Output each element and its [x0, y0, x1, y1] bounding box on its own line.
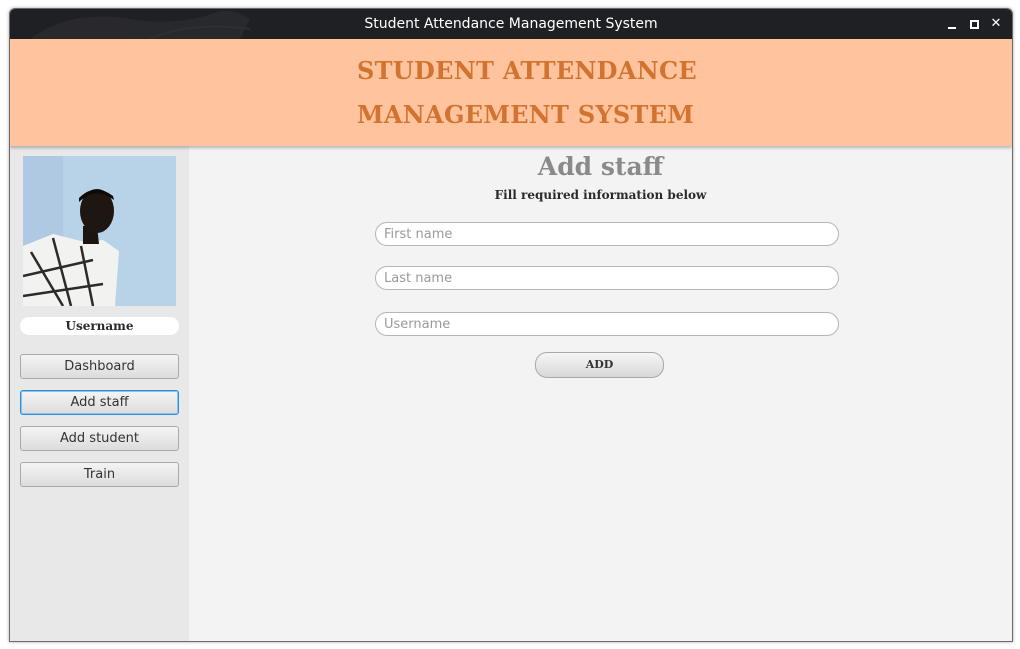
- first-name-field[interactable]: [375, 222, 839, 246]
- username-label: Username: [20, 317, 179, 335]
- close-icon: ✕: [990, 16, 1002, 31]
- main-content: Add staff Fill required information belo…: [189, 146, 1012, 641]
- add-button[interactable]: ADD: [535, 352, 664, 378]
- sidebar-item-train[interactable]: Train: [20, 462, 179, 487]
- header-title-line2: MANAGEMENT SYSTEM: [357, 100, 695, 129]
- minimize-button[interactable]: [941, 9, 963, 39]
- sidebar-item-add-staff[interactable]: Add staff: [20, 390, 179, 415]
- maximize-icon: [970, 20, 979, 29]
- profile-photo: [23, 156, 176, 306]
- sidebar-item-add-student[interactable]: Add student: [20, 426, 179, 451]
- last-name-field[interactable]: [375, 266, 839, 290]
- page-title: Add staff: [537, 152, 664, 181]
- window-title: Student Attendance Management System: [364, 16, 658, 32]
- header-title-line1: STUDENT ATTENDANCE: [357, 56, 697, 85]
- sidebar-item-dashboard[interactable]: Dashboard: [20, 354, 179, 379]
- username-field[interactable]: [375, 312, 839, 336]
- title-bar: Student Attendance Management System ✕: [10, 9, 1012, 39]
- maximize-button[interactable]: [963, 9, 985, 39]
- close-button[interactable]: ✕: [985, 9, 1007, 39]
- avatar: [23, 156, 176, 306]
- app-window: Student Attendance Management System ✕ S…: [9, 8, 1013, 642]
- sidebar: Username Dashboard Add staff Add student…: [10, 146, 189, 641]
- app-header: STUDENT ATTENDANCE MANAGEMENT SYSTEM: [10, 39, 1012, 146]
- minimize-icon: [948, 27, 956, 29]
- page-subtitle: Fill required information below: [494, 188, 707, 202]
